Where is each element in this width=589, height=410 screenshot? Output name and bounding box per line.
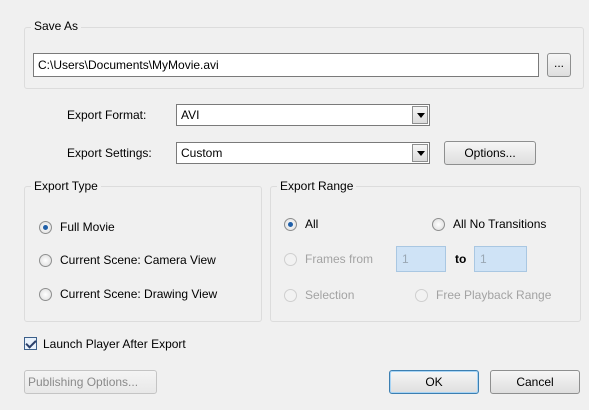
radio-button-disabled (284, 288, 297, 302)
export-type-title: Export Type (31, 179, 101, 193)
launch-player-checkbox[interactable] (24, 337, 37, 350)
radio-button-disabled (415, 288, 428, 302)
frames-to-input: 1 (474, 246, 527, 272)
cancel-button[interactable]: Cancel (490, 370, 580, 394)
radio-label: Free Playback Range (436, 288, 552, 302)
radio-all-no-transitions[interactable]: All No Transitions (432, 216, 546, 232)
export-settings-value: Custom (181, 146, 223, 160)
radio-full-movie[interactable]: Full Movie (39, 219, 115, 235)
radio-drawing-view[interactable]: Current Scene: Drawing View (39, 286, 217, 302)
save-path-field[interactable]: C:\Users\Documents\MyMovie.avi (33, 53, 539, 77)
radio-label: All (305, 217, 319, 231)
radio-button-selected[interactable] (284, 217, 297, 231)
export-settings-label: Export Settings: (67, 146, 152, 160)
radio-label: Current Scene: Drawing View (60, 287, 218, 301)
radio-all[interactable]: All (284, 216, 318, 232)
ok-button[interactable]: OK (389, 370, 479, 394)
export-format-select[interactable]: AVI (176, 104, 430, 126)
browse-button[interactable]: ... (547, 53, 571, 77)
export-format-label: Export Format: (67, 108, 147, 122)
radio-frames-from: Frames from (284, 251, 373, 267)
radio-free-playback-range: Free Playback Range (415, 287, 551, 303)
chevron-down-icon[interactable] (412, 106, 428, 124)
radio-label: Current Scene: Camera View (60, 253, 216, 267)
options-button[interactable]: Options... (444, 141, 536, 165)
radio-camera-view[interactable]: Current Scene: Camera View (39, 252, 216, 268)
launch-player-label[interactable]: Launch Player After Export (43, 336, 186, 352)
radio-label: Full Movie (60, 220, 115, 234)
radio-button[interactable] (39, 253, 52, 267)
radio-label: Frames from (305, 252, 374, 266)
radio-label: Selection (305, 288, 355, 302)
publishing-options-button[interactable]: Publishing Options... (24, 370, 157, 394)
frames-from-input: 1 (396, 246, 446, 272)
save-as-title: Save As (31, 19, 82, 33)
radio-button[interactable] (432, 217, 445, 231)
to-label: to (455, 252, 467, 266)
radio-button-disabled (284, 252, 297, 266)
export-range-title: Export Range (277, 179, 357, 193)
radio-selection: Selection (284, 287, 354, 303)
chevron-down-icon[interactable] (412, 144, 428, 162)
export-settings-select[interactable]: Custom (176, 142, 430, 164)
radio-button[interactable] (39, 287, 52, 301)
export-format-value: AVI (181, 108, 200, 122)
radio-label: All No Transitions (453, 217, 547, 231)
radio-button-selected[interactable] (39, 220, 52, 234)
